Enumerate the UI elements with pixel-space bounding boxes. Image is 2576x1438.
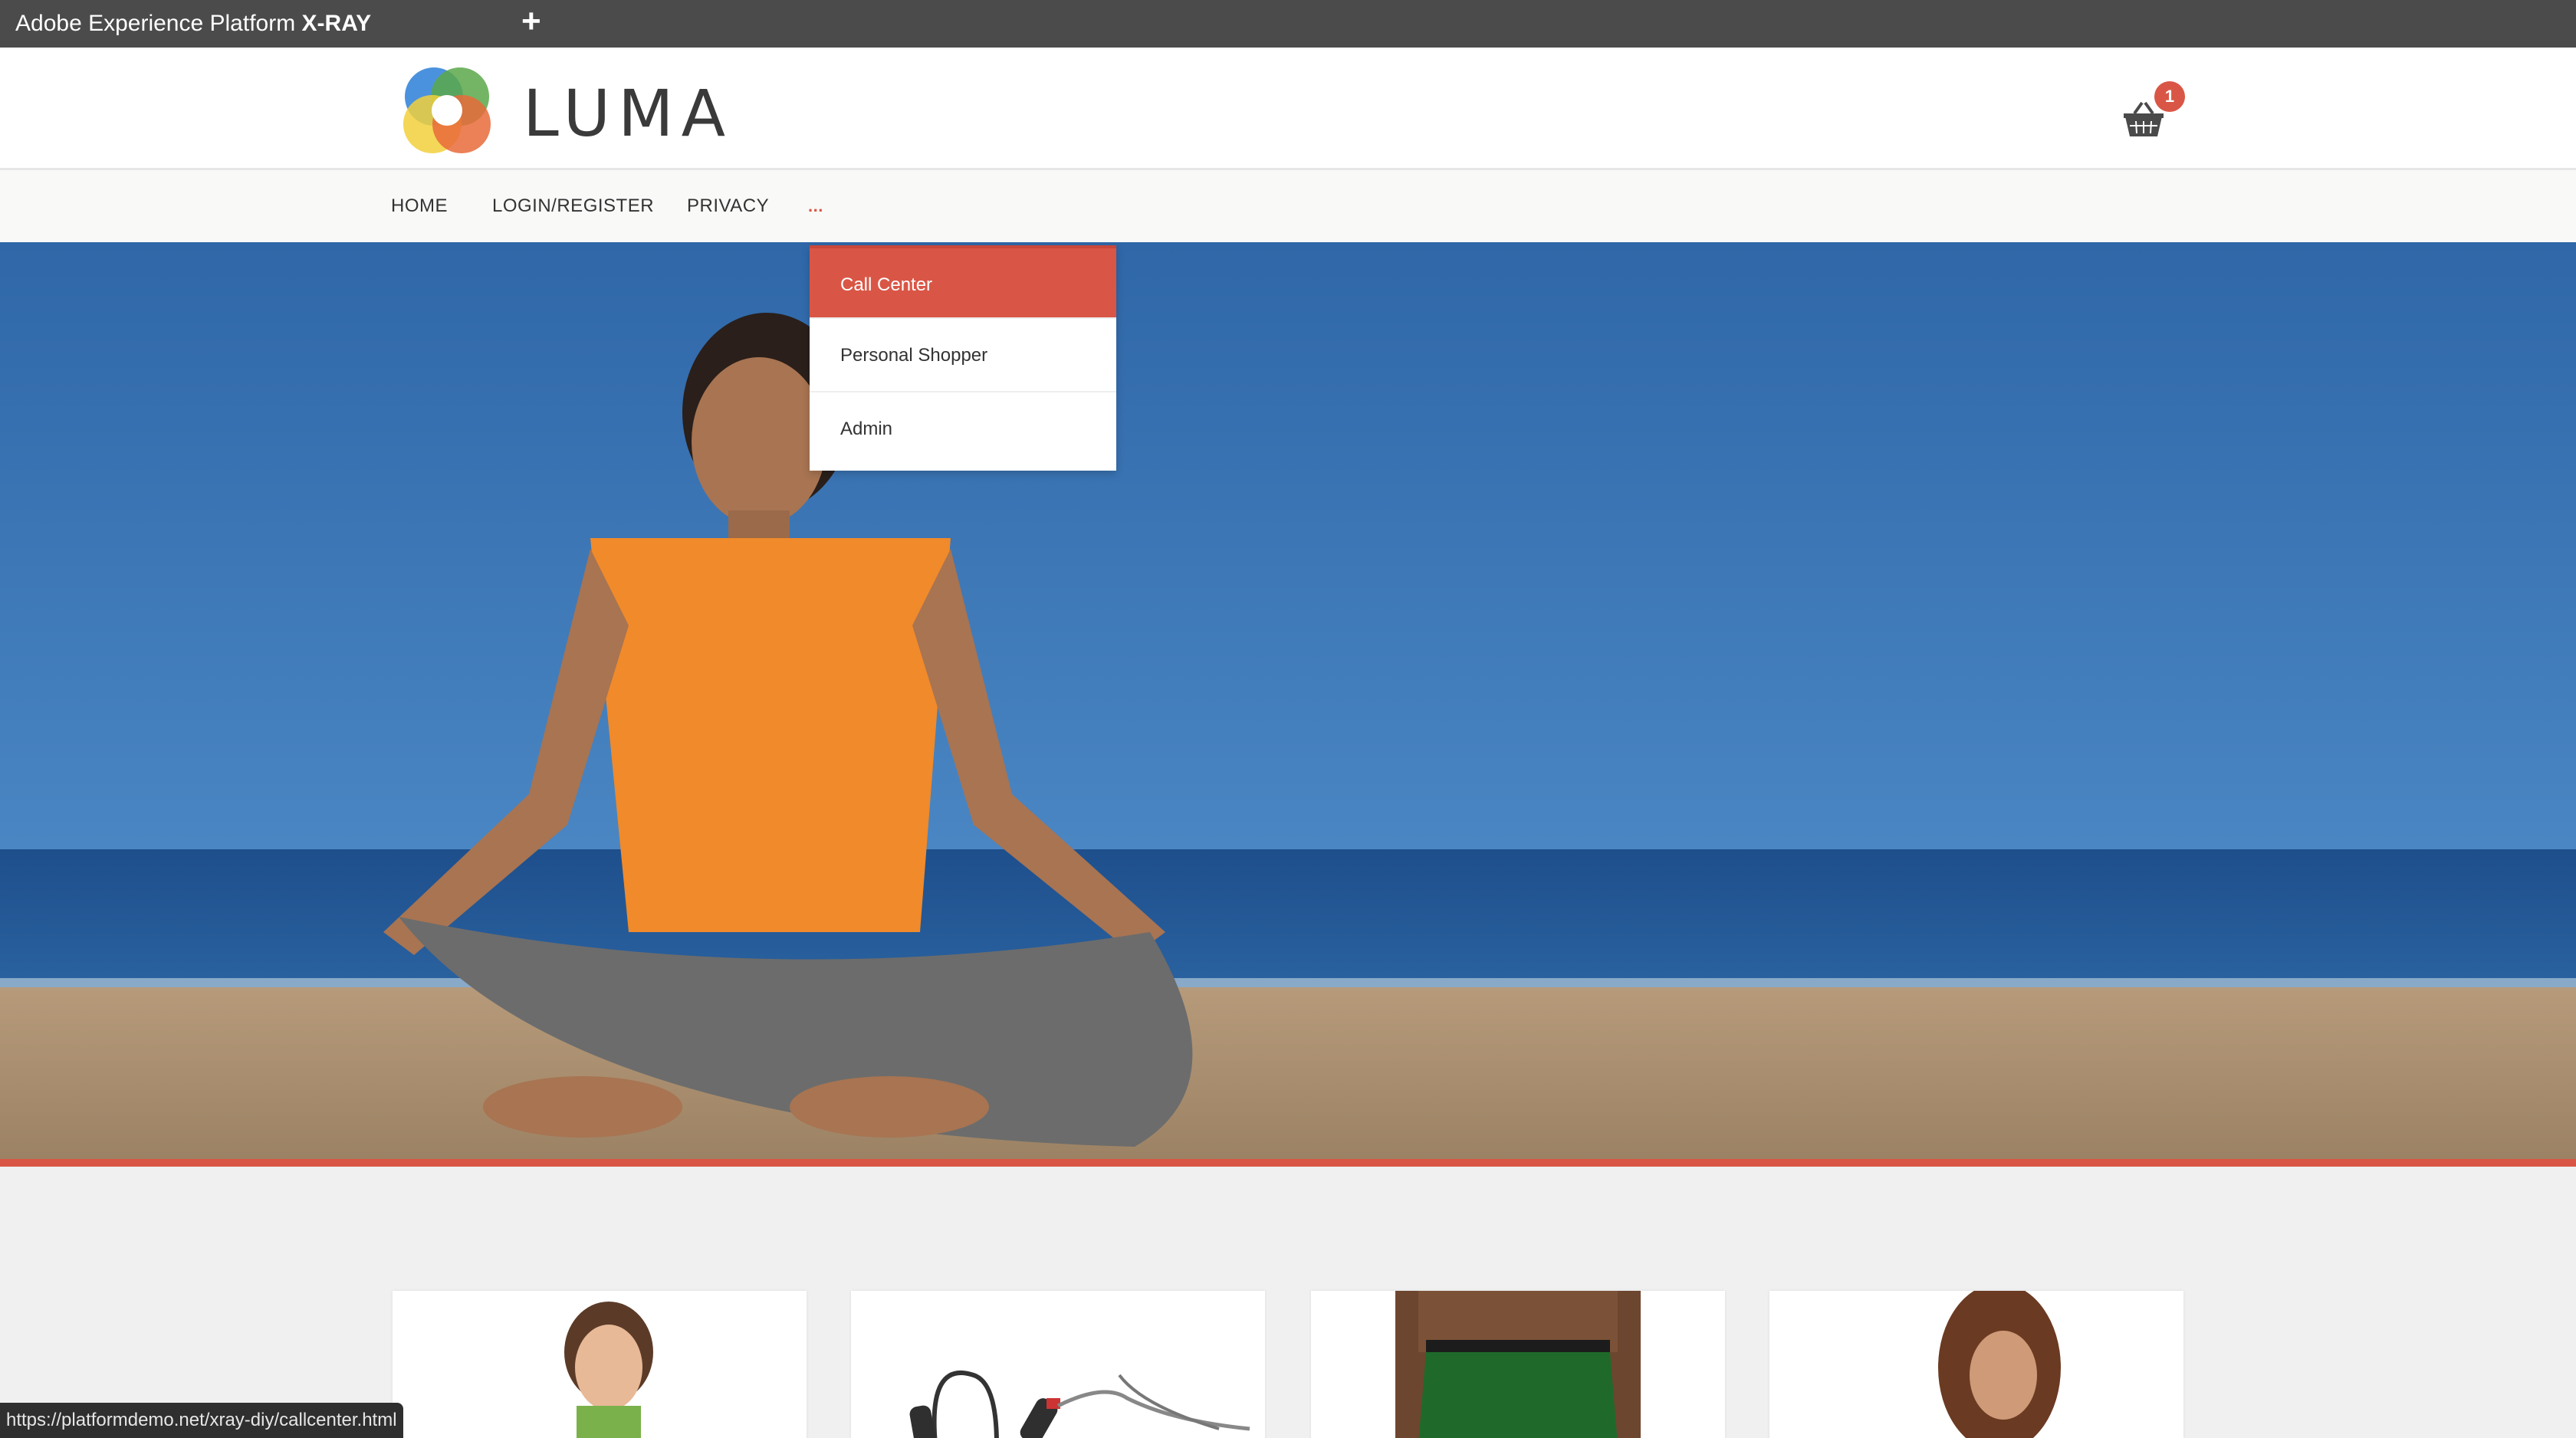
dropdown-item-personal-shopper[interactable]: Personal Shopper bbox=[810, 319, 1116, 392]
product-card[interactable] bbox=[1769, 1291, 2183, 1438]
xray-toolbar: Adobe Experience Platform X-RAY + bbox=[0, 0, 2576, 48]
nav-item-login-register[interactable]: LOGIN/REGISTER bbox=[492, 195, 654, 218]
brand-wordmark[interactable]: LUMA bbox=[523, 77, 733, 150]
nav-item-home[interactable]: HOME bbox=[391, 195, 448, 218]
main-nav: HOME LOGIN/REGISTER PRIVACY ... bbox=[0, 170, 2576, 242]
product-card[interactable] bbox=[851, 1291, 1265, 1438]
xray-title-prefix: Adobe Experience Platform bbox=[15, 11, 296, 36]
xray-title-emphasis: X-RAY bbox=[301, 11, 372, 36]
cart-count-badge: 1 bbox=[2154, 81, 2185, 112]
xray-title: Adobe Experience Platform X-RAY bbox=[15, 9, 371, 38]
product-card[interactable] bbox=[1311, 1291, 1725, 1438]
luma-logo-icon[interactable] bbox=[397, 63, 497, 159]
woman-portrait-thumbnail bbox=[1938, 1291, 2061, 1438]
woman-portrait-thumbnail bbox=[564, 1302, 653, 1438]
green-shorts-thumbnail bbox=[1395, 1291, 1641, 1438]
nav-item-privacy[interactable]: PRIVACY bbox=[687, 195, 769, 218]
dropdown-item-call-center[interactable]: Call Center bbox=[810, 245, 1116, 319]
cart-button[interactable]: 1 bbox=[2121, 81, 2205, 158]
dropdown-item-admin[interactable]: Admin bbox=[810, 392, 1116, 466]
jump-rope-thumbnail bbox=[909, 1370, 1250, 1438]
product-card[interactable] bbox=[393, 1291, 807, 1438]
hero-yoga-beach-image bbox=[0, 242, 2576, 1161]
nav-item-more[interactable]: ... bbox=[808, 195, 823, 218]
hero-banner bbox=[0, 242, 2576, 1161]
hero-accent-line bbox=[0, 1159, 2576, 1167]
site-header: LUMA 1 bbox=[0, 48, 2576, 170]
status-bar-url: https://platformdemo.net/xray-diy/callce… bbox=[0, 1403, 403, 1438]
more-dropdown-menu: Call Center Personal Shopper Admin bbox=[810, 245, 1116, 471]
add-tab-button[interactable]: + bbox=[521, 5, 541, 38]
